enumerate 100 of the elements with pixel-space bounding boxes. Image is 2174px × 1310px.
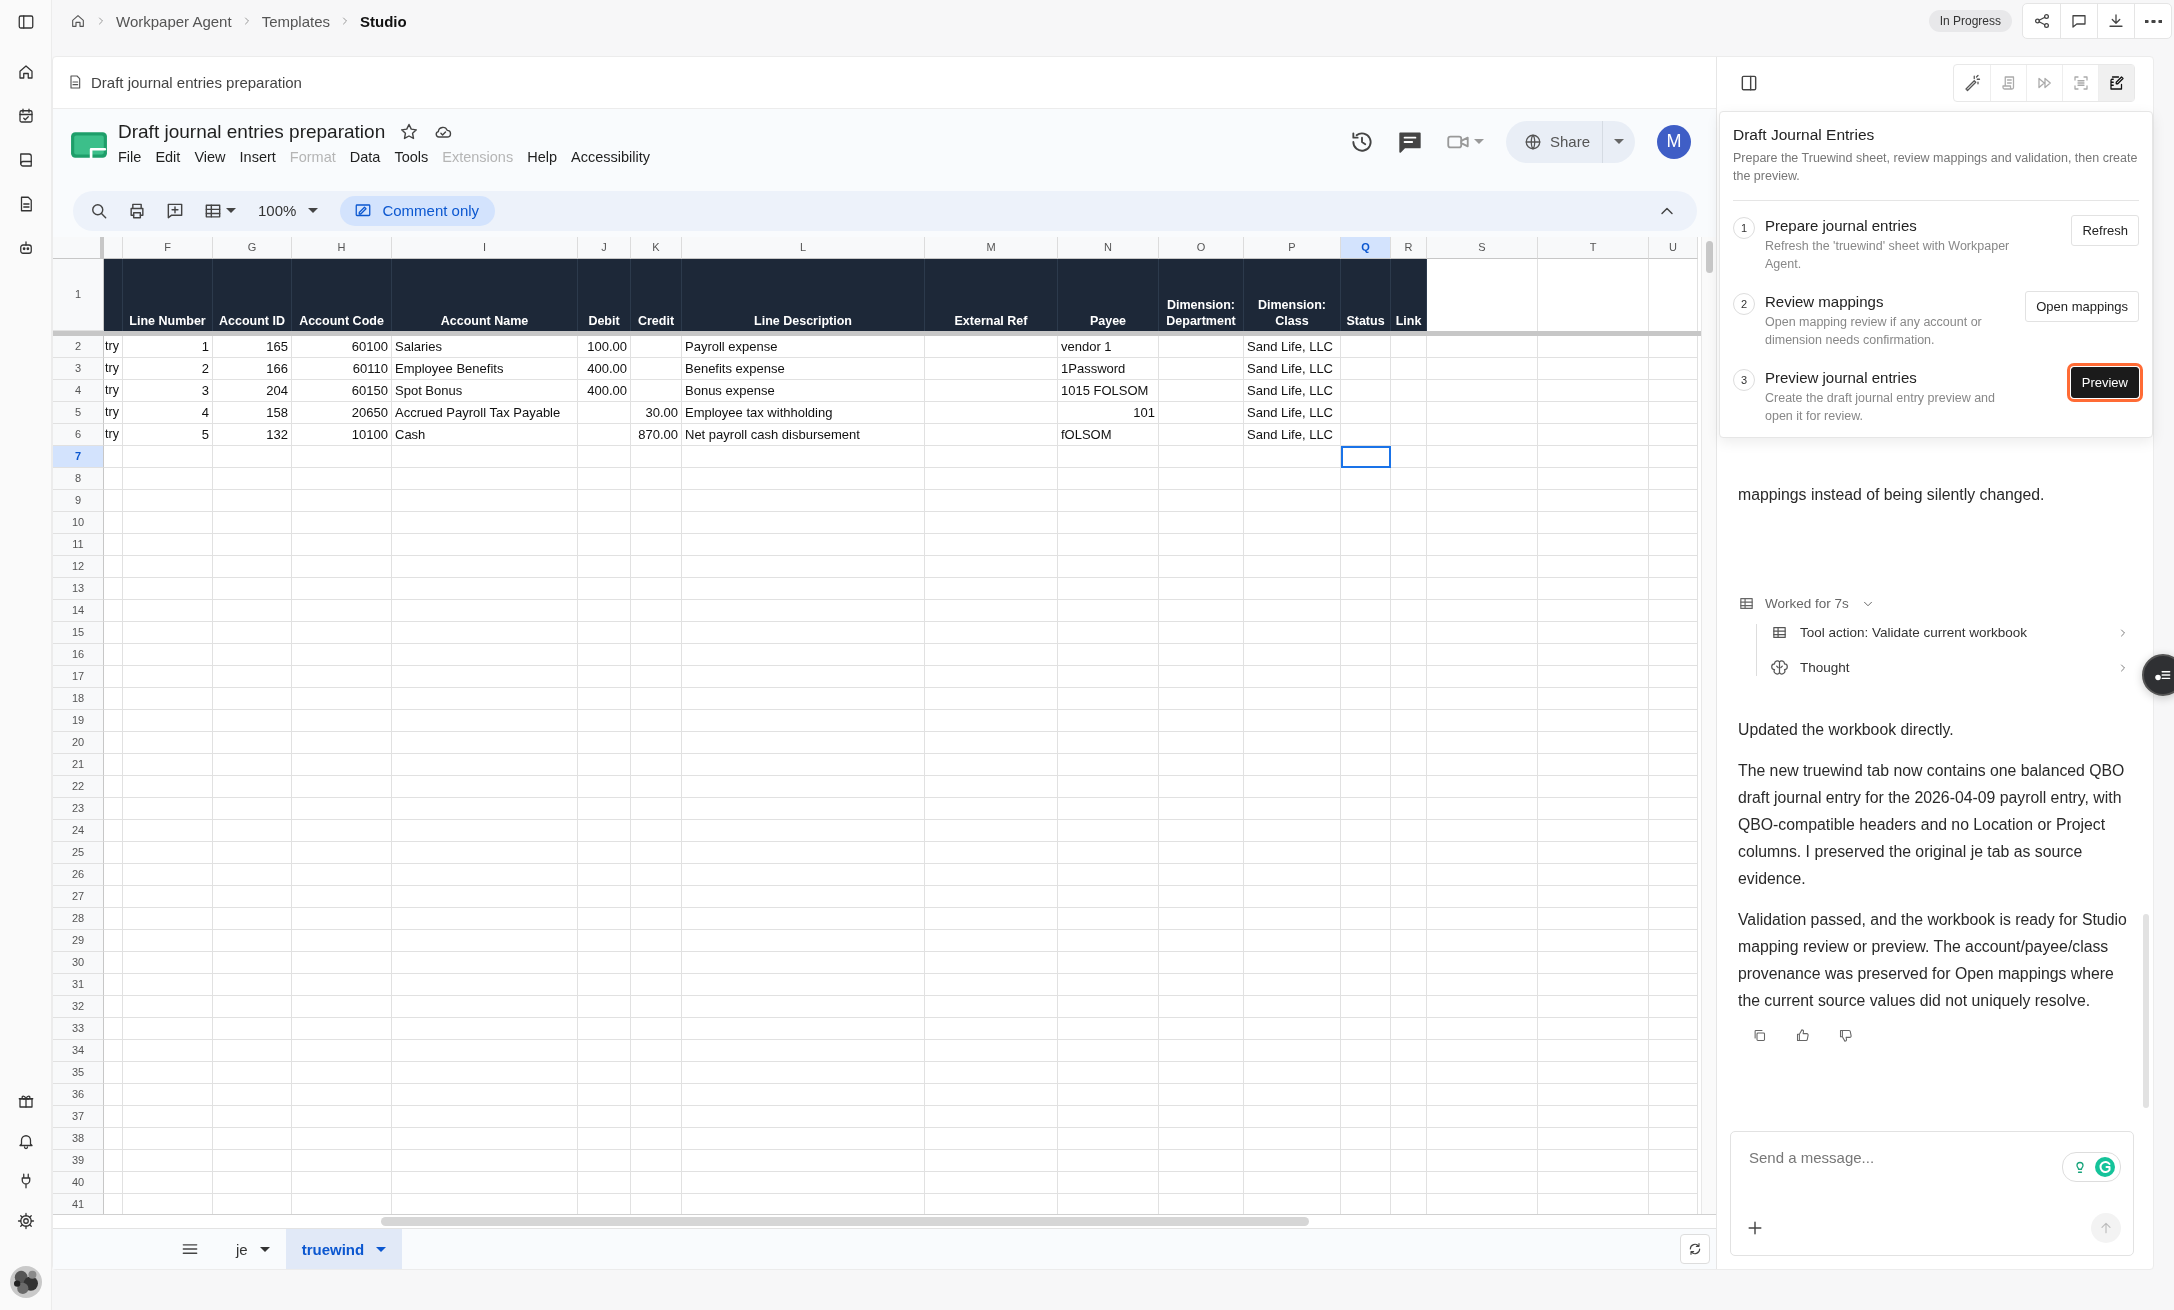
row-number[interactable]: 25 [53, 841, 104, 864]
step-action-button[interactable]: Open mappings [2025, 291, 2139, 322]
column-letter[interactable]: P [1244, 236, 1341, 259]
step-description: Create the draft journal entry preview and open it for review. [1765, 390, 1996, 425]
table-cell: try [104, 379, 123, 402]
breadcrumb-link[interactable]: Workpaper Agent [116, 12, 232, 30]
row-number[interactable]: 40 [53, 1171, 104, 1194]
row-number[interactable]: 37 [53, 1105, 104, 1128]
menu-item[interactable]: View [194, 148, 226, 165]
row-number[interactable]: 34 [53, 1039, 104, 1062]
table-cell: 1 [123, 335, 213, 358]
row-number[interactable]: 1 [53, 258, 104, 331]
column-header: Credit [631, 258, 682, 331]
table-cell: Employee Benefits [392, 357, 578, 380]
comment-only-button[interactable]: Comment only [340, 195, 496, 226]
column-letter[interactable]: L [682, 236, 925, 259]
row-number[interactable]: 5 [53, 401, 104, 424]
row-number[interactable]: 39 [53, 1149, 104, 1172]
column-header: Payee [1058, 258, 1159, 331]
row-number[interactable]: 17 [53, 665, 104, 688]
row-number[interactable]: 3 [53, 357, 104, 380]
row-number[interactable]: 33 [53, 1017, 104, 1040]
column-letter[interactable]: O [1159, 236, 1244, 259]
row-number[interactable]: 18 [53, 687, 104, 710]
row-number[interactable]: 28 [53, 907, 104, 930]
breadcrumb-link[interactable]: Studio [360, 12, 407, 30]
activity-toggle[interactable]: Worked for 7s [1738, 595, 1875, 612]
column-letter[interactable]: T [1538, 236, 1649, 259]
table-cell: 166 [213, 357, 292, 380]
row-number[interactable]: 32 [53, 995, 104, 1018]
row-number[interactable]: 24 [53, 819, 104, 842]
row-number[interactable]: 6 [53, 423, 104, 446]
menu-item[interactable]: Insert [239, 148, 276, 165]
row-number[interactable]: 13 [53, 577, 104, 600]
table-cell: Employee tax withholding [682, 401, 925, 424]
menu-item[interactable]: Help [527, 148, 557, 165]
row-number[interactable]: 7 [53, 445, 104, 468]
message-text: Validation passed, and the workbook is ready for Studio mapping review or preview. The account/payee/class provenance was preserved for Open mappings where the current source values did not uniquely resolve. [1738, 910, 2128, 1011]
column-letter[interactable]: K [631, 236, 682, 259]
row-number[interactable]: 36 [53, 1083, 104, 1106]
table-cell: 60110 [292, 357, 392, 380]
sheet-tab[interactable]: je [220, 1229, 286, 1269]
row-number[interactable]: 29 [53, 929, 104, 952]
row-number[interactable]: 23 [53, 797, 104, 820]
row-number[interactable]: 12 [53, 555, 104, 578]
table-cell: Salaries [392, 335, 578, 358]
activity-item[interactable]: Tool action: Validate current workbook [1800, 625, 2028, 640]
column-letter[interactable]: M [925, 236, 1058, 259]
row-number[interactable]: 8 [53, 467, 104, 490]
column-letter[interactable]: S [1427, 236, 1538, 259]
table-cell: Benefits expense [682, 357, 925, 380]
row-number[interactable]: 26 [53, 863, 104, 886]
row-number[interactable]: 35 [53, 1061, 104, 1084]
row-number[interactable]: 41 [53, 1193, 104, 1214]
menu-item[interactable]: Accessibility [571, 148, 650, 165]
user-avatar[interactable]: M [1657, 124, 1691, 159]
column-letter[interactable]: G [213, 236, 292, 259]
row-number[interactable]: 15 [53, 621, 104, 644]
row-number[interactable]: 9 [53, 489, 104, 512]
column-letter[interactable]: I [392, 236, 578, 259]
row-number[interactable]: 11 [53, 533, 104, 556]
row-number[interactable]: 21 [53, 753, 104, 776]
row-number[interactable]: 4 [53, 379, 104, 402]
activity-item[interactable]: Thought [1800, 660, 1850, 675]
menu-item[interactable]: Tools [394, 148, 429, 165]
table-cell: 60150 [292, 379, 392, 402]
row-number[interactable]: 19 [53, 709, 104, 732]
row-number[interactable]: 22 [53, 775, 104, 798]
table-cell: Sand Life, LLC [1244, 379, 1341, 402]
sheet-tab[interactable]: truewind [285, 1229, 403, 1269]
table-cell: 3 [123, 379, 213, 402]
menu-item[interactable]: Data [349, 148, 381, 165]
message-text: mappings instead of being silently changed. [1738, 485, 2046, 505]
table-cell: try [104, 357, 123, 380]
row-number[interactable]: 2 [53, 335, 104, 358]
step-action-button[interactable]: Refresh [2071, 215, 2139, 246]
column-letter[interactable]: U [1649, 236, 1698, 259]
column-header: Debit [578, 258, 631, 331]
row-number[interactable]: 38 [53, 1127, 104, 1150]
row-number[interactable]: 16 [53, 643, 104, 666]
column-letter[interactable]: R [1391, 236, 1427, 259]
message-input[interactable]: Send a message... [1747, 1148, 2051, 1167]
column-letter[interactable]: Q [1341, 236, 1391, 259]
column-letter[interactable]: F [123, 236, 213, 259]
column-header: Line Number [123, 258, 213, 331]
menu-item[interactable]: Edit [155, 148, 181, 165]
menu-item[interactable]: File [118, 148, 142, 165]
row-number[interactable]: 27 [53, 885, 104, 908]
column-letter[interactable]: H [292, 236, 392, 259]
table-cell: Sand Life, LLC [1244, 423, 1341, 446]
zoom-select[interactable]: 100% [254, 202, 323, 220]
row-number[interactable]: 20 [53, 731, 104, 754]
row-number[interactable]: 30 [53, 951, 104, 974]
row-number[interactable]: 10 [53, 511, 104, 534]
column-header: Account ID [213, 258, 292, 331]
breadcrumb-link[interactable]: Templates [261, 12, 330, 30]
column-letter[interactable]: N [1058, 236, 1159, 259]
row-number[interactable]: 31 [53, 973, 104, 996]
row-number[interactable]: 14 [53, 599, 104, 622]
column-letter[interactable]: J [578, 236, 631, 259]
